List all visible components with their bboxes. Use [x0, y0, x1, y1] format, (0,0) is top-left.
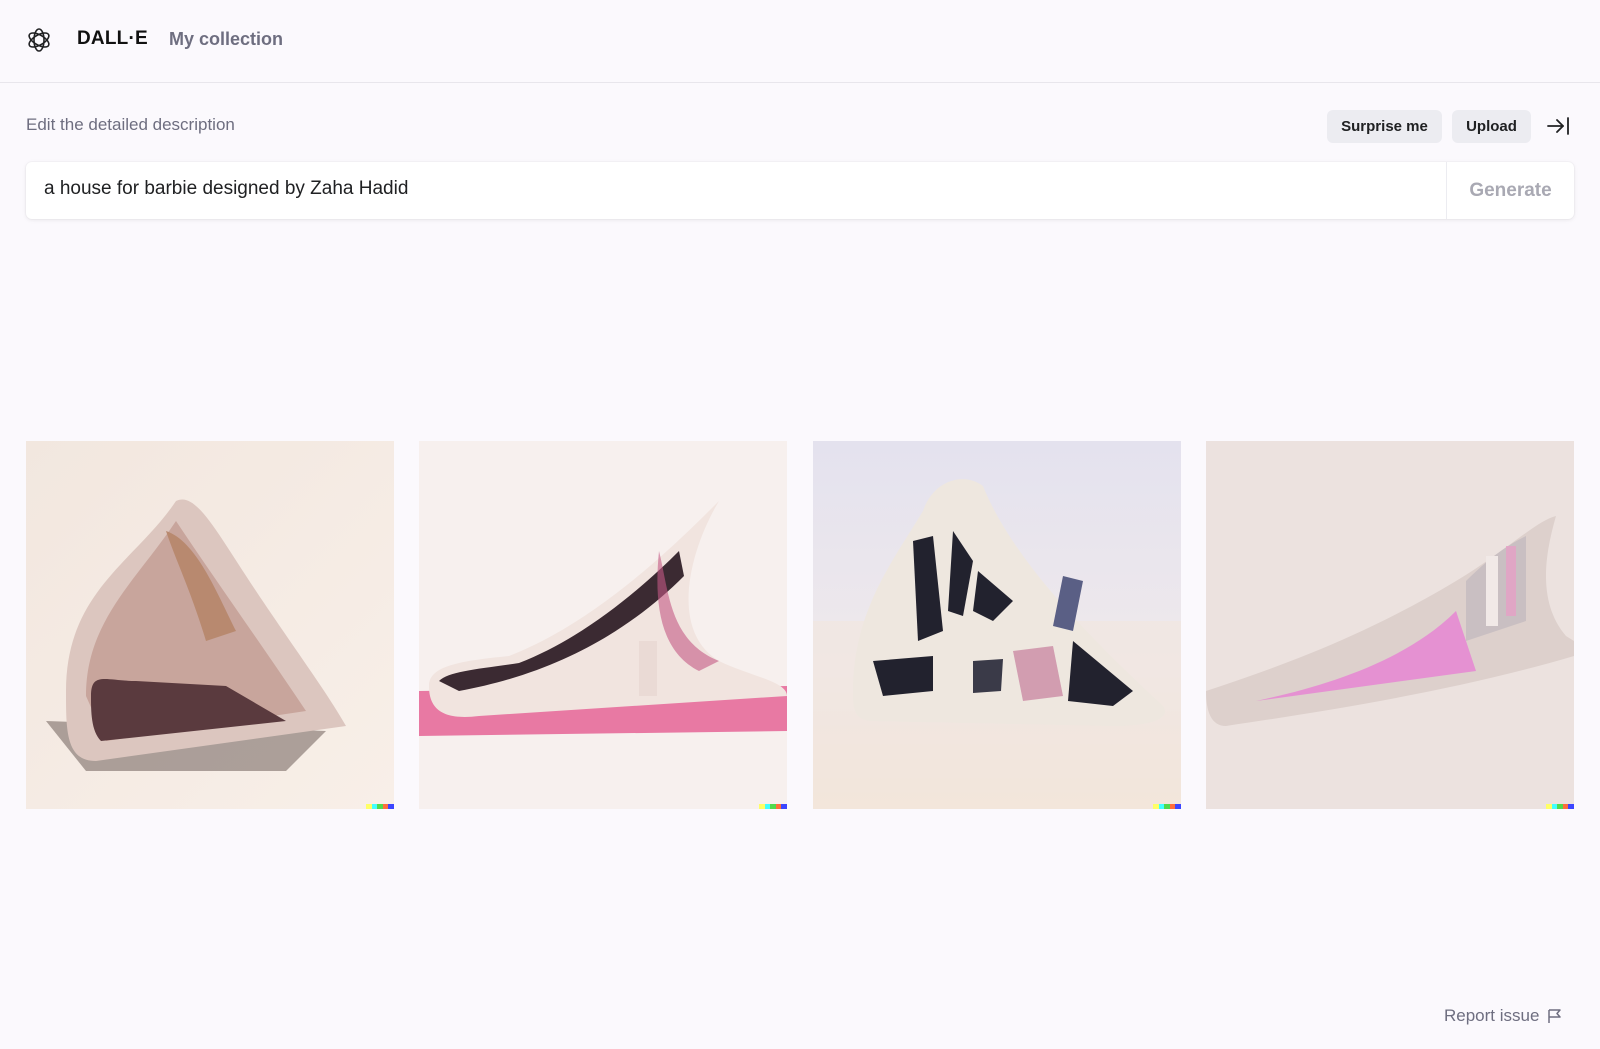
- brand-title[interactable]: DALL·E: [77, 28, 148, 50]
- arrow-right-bar-icon[interactable]: [1546, 114, 1572, 138]
- upload-button[interactable]: Upload: [1452, 110, 1531, 143]
- nav-my-collection[interactable]: My collection: [169, 29, 283, 50]
- dalle-watermark: [1546, 804, 1574, 809]
- surprise-me-button[interactable]: Surprise me: [1327, 110, 1442, 143]
- dalle-watermark: [366, 804, 394, 809]
- result-image-2[interactable]: [419, 441, 787, 809]
- description-label: Edit the detailed description: [26, 115, 235, 134]
- result-image-3-art: [813, 441, 1181, 809]
- openai-logo-icon[interactable]: [26, 27, 52, 53]
- flag-icon: [1548, 1009, 1562, 1023]
- result-image-1-art: [26, 441, 394, 809]
- top-bar: DALL·E My collection: [0, 0, 1600, 83]
- result-image-1[interactable]: [26, 441, 394, 809]
- result-image-2-art: [419, 441, 787, 809]
- result-image-3[interactable]: [813, 441, 1181, 809]
- result-image-4[interactable]: [1206, 441, 1574, 809]
- prompt-input[interactable]: a house for barbie designed by Zaha Hadi…: [44, 178, 408, 200]
- report-issue-link[interactable]: Report issue: [1444, 1006, 1563, 1026]
- result-image-4-art: [1206, 441, 1574, 809]
- generate-button[interactable]: Generate: [1447, 162, 1574, 219]
- report-issue-label: Report issue: [1444, 1006, 1540, 1025]
- prompt-box: a house for barbie designed by Zaha Hadi…: [26, 162, 1574, 219]
- dalle-watermark: [1153, 804, 1181, 809]
- dalle-watermark: [759, 804, 787, 809]
